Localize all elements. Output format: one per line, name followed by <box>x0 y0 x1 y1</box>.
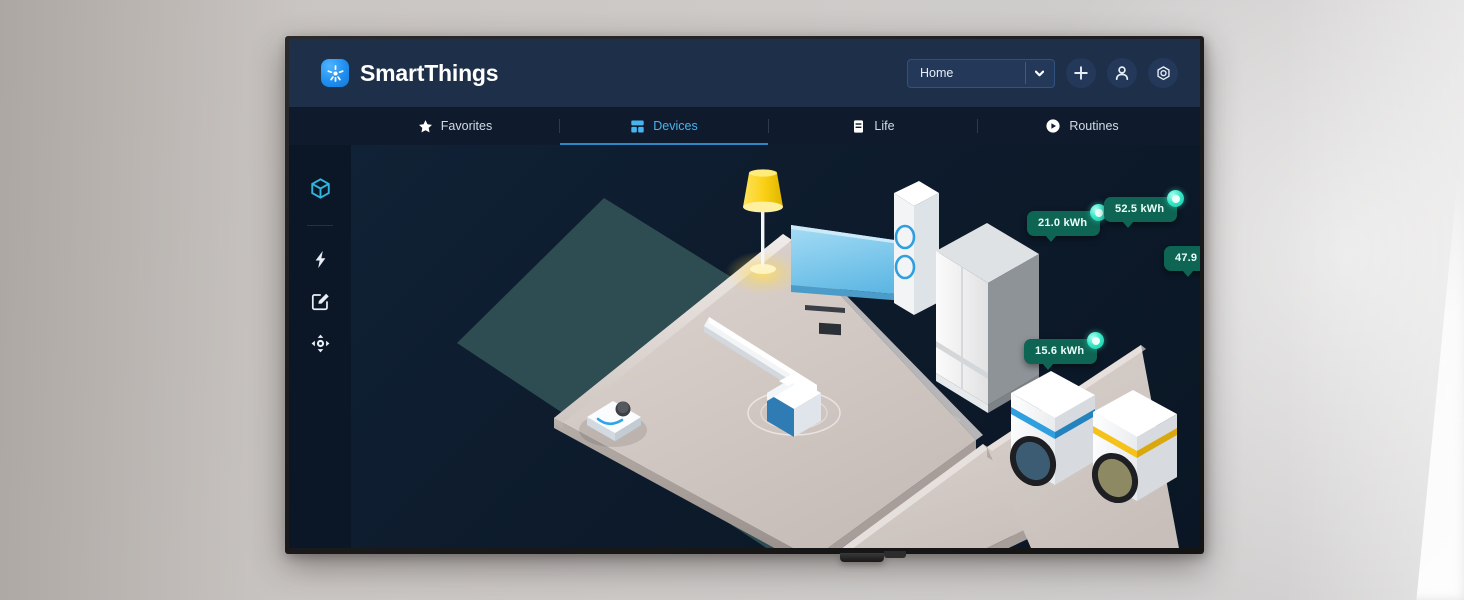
tv-stand-bracket-secondary <box>884 551 906 558</box>
star-icon <box>418 119 432 132</box>
tab-devices[interactable]: Devices <box>560 107 768 145</box>
badge-air-purifier[interactable]: 52.5 kWh <box>1104 190 1185 228</box>
header-actions: Home <box>907 58 1178 88</box>
television: SmartThings Home Favorites Devices Life … <box>285 36 1204 554</box>
wall-shadow <box>0 0 300 600</box>
grid-squares-icon <box>631 120 644 132</box>
badge-tv[interactable]: 21.0 kWh <box>1027 204 1108 242</box>
floor-plan-3d-canvas[interactable]: 21.0 kWh 52.5 kWh 47.9 kWh 15.6 kWh 28.2… <box>351 145 1200 548</box>
badge-value: 21.0 kWh <box>1038 217 1088 229</box>
app-header: SmartThings Home <box>289 39 1200 107</box>
plus-icon <box>1074 66 1088 80</box>
tv-stand-bracket <box>840 553 884 562</box>
badge-refrigerator[interactable]: 47.9 kWh <box>1164 246 1200 277</box>
chevron-down-icon[interactable] <box>1026 70 1052 77</box>
sidebar-item-3d-view[interactable] <box>303 171 337 205</box>
edit-square-icon <box>311 293 329 310</box>
tab-label: Devices <box>653 119 698 133</box>
tab-life[interactable]: Life <box>769 107 977 145</box>
tab-favorites[interactable]: Favorites <box>351 107 559 145</box>
sidebar-item-move[interactable] <box>303 326 337 360</box>
smartthings-snowflake-logo-icon <box>321 59 349 87</box>
sidebar-divider <box>307 225 333 226</box>
move-arrows-icon <box>311 334 329 352</box>
sidebar-item-edit[interactable] <box>303 284 337 318</box>
home-location-value: Home <box>920 66 954 80</box>
badge-air-dresser[interactable]: 15.6 kWh <box>1024 332 1105 370</box>
floor-lamp <box>725 169 801 295</box>
settings-button[interactable] <box>1148 58 1178 88</box>
account-button[interactable] <box>1107 58 1137 88</box>
brand: SmartThings <box>321 59 499 87</box>
tab-routines[interactable]: Routines <box>978 107 1186 145</box>
tab-label: Routines <box>1069 119 1119 133</box>
refrigerator <box>936 223 1039 413</box>
gear-icon <box>1156 65 1170 80</box>
add-button[interactable] <box>1066 58 1096 88</box>
cube-3d-icon <box>310 177 330 199</box>
badge-value: 15.6 kWh <box>1035 345 1085 357</box>
lightning-bolt-icon <box>315 250 325 268</box>
sidebar-item-energy[interactable] <box>303 242 337 276</box>
book-icon <box>854 119 864 133</box>
brand-name: SmartThings <box>360 59 499 86</box>
badge-value: 52.5 kWh <box>1115 203 1165 215</box>
badge-value: 47.9 kWh <box>1175 252 1200 264</box>
tab-label: Favorites <box>440 119 493 133</box>
tv-screen: SmartThings Home Favorites Devices Life … <box>289 39 1200 548</box>
main-tab-bar: Favorites Devices Life Routines <box>289 107 1200 145</box>
play-circle-icon <box>1046 119 1060 133</box>
home-location-select[interactable]: Home <box>907 58 1055 88</box>
person-icon <box>1115 66 1129 81</box>
tab-label: Life <box>874 119 895 133</box>
left-tool-sidebar <box>289 145 351 548</box>
air-purifier-tower <box>894 181 939 315</box>
